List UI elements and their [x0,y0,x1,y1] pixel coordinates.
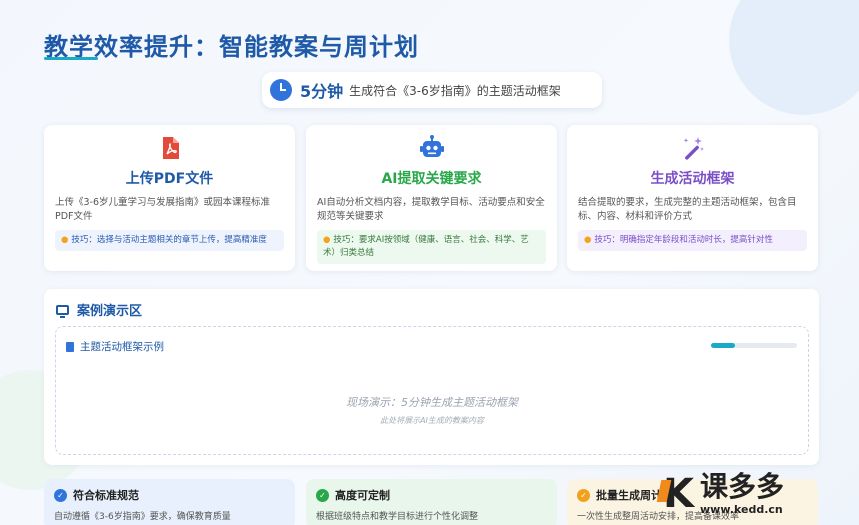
tip-text: 技巧：明确指定年龄段和活动时长，提高针对性 [594,235,773,245]
monitor-icon [56,304,69,318]
progress-fill [711,343,736,348]
feature-card-customizable: ✓ 高度可定制 根据班级特点和教学目标进行个性化调整 [306,479,557,525]
feature-card-standard: ✓ 符合标准规范 自动遵循《3-6岁指南》要求，确保教育质量 [44,479,295,525]
demo-canvas[interactable]: 主题活动框架示例 现场演示：5分钟生成主题活动框架 此处将展示AI生成的教案内容 [55,326,809,455]
highlight-time: 5分钟 [300,82,344,101]
highlight-text: 生成符合《3-6岁指南》的主题活动框架 [349,83,561,98]
feature-desc: 自动遵循《3-6岁指南》要求，确保教育质量 [54,512,231,522]
watermark-logo: K 课多多 www.kedd.cn [663,463,859,525]
clock-icon [270,79,292,101]
step-title: 生成活动框架 [650,171,735,187]
pdf-icon [162,137,179,159]
step-title: AI提取关键要求 [381,171,482,187]
tip-box: ● 技巧：选择与活动主题相关的章节上传，提高精准度 [55,230,284,251]
watermark-name: 课多多 [700,469,785,503]
robot-icon [419,135,444,157]
check-circle-icon: ✓ [577,488,590,502]
tip-box: ● 技巧：要求AI按领域（健康、语言、社会、科学、艺术）归类总结 [317,230,546,264]
demo-sub-title: 主题活动框架示例 [80,341,164,353]
feature-desc: 根据班级特点和教学目标进行个性化调整 [316,512,479,522]
step-desc: 结合提取的要求，生成完整的主题活动框架，包含目标、内容、材料和评价方式 [578,197,797,222]
bulb-icon: ● [61,235,69,245]
check-circle-icon: ✓ [54,488,67,502]
tip-box: ● 技巧：明确指定年龄段和活动时长，提高针对性 [578,230,807,251]
check-circle-icon: ✓ [316,488,329,502]
bulb-icon: ● [584,235,592,245]
magic-wand-icon [683,137,704,160]
document-icon [66,341,74,352]
watermark-url: www.kedd.cn [700,502,783,516]
feature-title: 符合标准规范 [73,489,139,502]
step-desc: 上传《3-6岁儿童学习与发展指南》或园本课程标准PDF文件 [55,197,271,222]
page-title: 教学效率提升：智能教案与周计划 [44,33,419,61]
demo-title: 案例演示区 [77,304,143,319]
demo-section: 案例演示区 主题活动框架示例 现场演示：5分钟生成主题活动框架 此处将展示AI生… [44,289,819,465]
decorative-circle [729,0,859,115]
step-card-ai-extract[interactable]: AI提取关键要求 AI自动分析文档内容，提取教学目标、活动要点和安全规范等关键要… [306,125,557,271]
step-card-upload-pdf[interactable]: 上传PDF文件 上传《3-6岁儿童学习与发展指南》或园本课程标准PDF文件 ● 技… [44,125,295,271]
demo-placeholder-text: 现场演示：5分钟生成主题活动框架 [346,396,518,409]
title-underline [44,57,98,60]
feature-title: 高度可定制 [335,489,390,502]
bulb-icon: ● [323,235,331,245]
highlight-banner: 5分钟 生成符合《3-6岁指南》的主题活动框架 [262,72,602,108]
demo-subheader: 主题活动框架示例 [66,339,164,354]
step-title: 上传PDF文件 [125,171,214,187]
demo-header: 案例演示区 [56,300,142,319]
page-header: 教学效率提升：智能教案与周计划 [44,27,419,62]
step-desc: AI自动分析文档内容，提取教学目标、活动要点和安全规范等关键要求 [317,197,545,222]
demo-placeholder-subtext: 此处将展示AI生成的教案内容 [380,416,484,425]
tip-text: 技巧：选择与活动主题相关的章节上传，提高精准度 [71,235,267,245]
logo-mark-icon: K [663,471,694,517]
step-card-generate-framework[interactable]: 生成活动框架 结合提取的要求，生成完整的主题活动框架，包含目标、内容、材料和评价… [567,125,818,271]
progress-bar [711,343,797,348]
tip-text: 技巧：要求AI按领域（健康、语言、社会、科学、艺术）归类总结 [323,235,529,258]
